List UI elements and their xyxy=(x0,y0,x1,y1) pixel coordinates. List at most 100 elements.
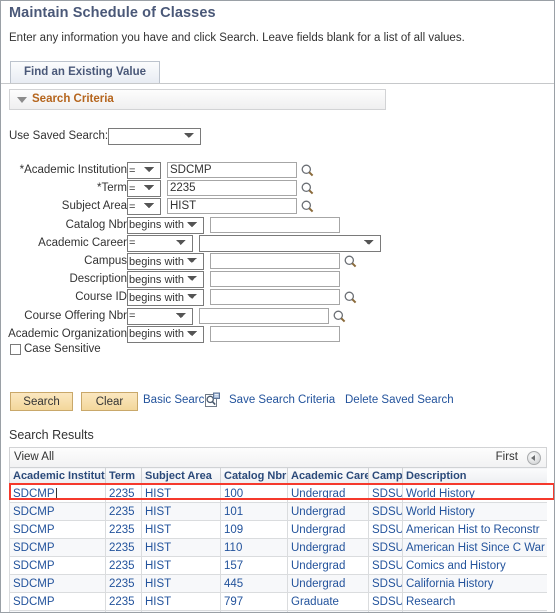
cell-link-subject[interactable]: HIST xyxy=(145,578,171,590)
cell-career[interactable]: Undergrad xyxy=(287,574,369,593)
cell-link-description[interactable]: World History xyxy=(406,488,475,500)
cell-link-institution[interactable]: SDCMP xyxy=(13,524,55,536)
cell-career[interactable]: Undergrad xyxy=(287,556,369,575)
cell-link-campus[interactable]: SDSU xyxy=(372,506,402,518)
cell-term[interactable]: 2235 xyxy=(105,502,142,521)
cell-link-term[interactable]: 2235 xyxy=(109,524,135,536)
cell-term[interactable]: 2235 xyxy=(105,556,142,575)
cell-link-subject[interactable]: HIST xyxy=(145,524,171,536)
cell-term[interactable]: 2235 xyxy=(105,592,142,611)
column-header-catalog-nbr[interactable]: Catalog Nbr xyxy=(220,467,288,485)
cell-link-institution[interactable]: SDCMP xyxy=(13,560,55,572)
criteria-value-academic-career[interactable] xyxy=(199,234,381,252)
cell-link-description[interactable]: California History xyxy=(406,578,494,590)
criteria-operator-academic-organization[interactable]: =begins withcontainsnot = xyxy=(127,325,204,343)
cell-link-campus[interactable]: SDSU xyxy=(372,542,402,554)
cell-link-institution[interactable]: SDCMP xyxy=(13,578,55,590)
cell-campus[interactable]: SDSU xyxy=(368,502,403,521)
search-button[interactable]: Search xyxy=(10,392,73,411)
cell-description[interactable]: Comics and History xyxy=(402,556,547,575)
cell-term[interactable]: 2235 xyxy=(105,520,142,539)
criteria-value-campus[interactable] xyxy=(210,253,340,269)
cell-link-institution[interactable]: SDCMP xyxy=(13,488,55,500)
lookup-icon-term[interactable] xyxy=(300,181,315,196)
cell-subject[interactable]: HIST xyxy=(141,484,221,503)
prev-arrow-icon[interactable] xyxy=(527,451,541,465)
case-sensitive-checkbox[interactable] xyxy=(10,344,21,355)
cell-link-campus[interactable]: SDSU xyxy=(372,488,402,500)
cell-link-catalog_nbr[interactable]: 101 xyxy=(224,506,243,518)
table-row[interactable]: SDCMP 2235 HIST 445 Undergrad SDSU California … xyxy=(9,574,547,593)
cell-link-career[interactable]: Undergrad xyxy=(291,560,345,572)
cell-link-career[interactable]: Undergrad xyxy=(291,524,345,536)
criteria-value-description[interactable] xyxy=(210,271,340,288)
use-saved-search-select[interactable] xyxy=(108,128,201,145)
criteria-value-term[interactable] xyxy=(167,180,297,197)
cell-catalog_nbr[interactable]: 157 xyxy=(220,556,288,575)
lookup-icon-campus[interactable] xyxy=(343,254,358,269)
cell-link-description[interactable]: Comics and History xyxy=(406,560,506,572)
cell-career[interactable]: Graduate xyxy=(287,592,369,611)
cell-link-institution[interactable]: SDCMP xyxy=(13,542,55,554)
cell-catalog_nbr[interactable]: 110 xyxy=(220,538,288,557)
view-all-link[interactable]: View All xyxy=(14,451,54,463)
table-row[interactable]: SDCMP 2235 HIST 157 Undergrad SDSU Comics and … xyxy=(9,556,547,575)
cell-link-institution[interactable]: SDCMP xyxy=(13,596,55,608)
clear-button[interactable]: Clear xyxy=(81,392,138,411)
first-page-link[interactable]: First xyxy=(496,451,518,463)
cell-career[interactable]: Undergrad xyxy=(287,502,369,521)
cell-campus[interactable]: SDSU xyxy=(368,592,403,611)
table-row[interactable]: SDCMP 2235 HIST 110 Undergrad SDSU American Hi… xyxy=(9,538,547,557)
cell-campus[interactable]: SDSU xyxy=(368,484,403,503)
cell-career[interactable]: Undergrad xyxy=(287,538,369,557)
cell-link-description[interactable]: Research xyxy=(406,596,455,608)
table-row[interactable]: SDCMP2235HIST797GraduateSDSUResearch0020… xyxy=(9,592,547,611)
column-header-academic-career[interactable]: Academic Career xyxy=(287,467,369,485)
table-row[interactable]: SDCMP 2235 HIST 109 Undergrad SDSU American Hi… xyxy=(9,520,547,539)
column-header-term[interactable]: Term xyxy=(105,467,142,485)
table-row[interactable]: SDCMP 2235 HIST 100 Undergrad SDSU World Histo… xyxy=(9,484,547,503)
save-search-criteria-link[interactable]: Save Search Criteria xyxy=(229,394,335,406)
cell-catalog_nbr[interactable]: 445 xyxy=(220,574,288,593)
cell-link-catalog_nbr[interactable]: 797 xyxy=(224,596,243,608)
lookup-icon-academic-institution[interactable] xyxy=(300,163,315,178)
cell-link-term[interactable]: 2235 xyxy=(109,488,135,500)
cell-subject[interactable]: HIST xyxy=(141,574,221,593)
cell-institution[interactable]: SDCMP xyxy=(9,556,106,575)
cell-institution[interactable]: SDCMP xyxy=(9,538,106,557)
cell-campus[interactable]: SDSU xyxy=(368,574,403,593)
cell-link-career[interactable]: Undergrad xyxy=(291,506,345,518)
cell-description[interactable]: American Hist to Reconstr xyxy=(402,520,547,539)
criteria-operator-subject-area[interactable]: =begins withcontainsnot = xyxy=(127,198,161,216)
table-row[interactable]: SDCMP 2235 HIST 101 Undergrad SDSU World Histo… xyxy=(9,502,547,521)
lookup-icon-subject-area[interactable] xyxy=(300,199,315,214)
search-criteria-section-header[interactable]: Search Criteria xyxy=(9,89,386,110)
criteria-value-subject-area[interactable] xyxy=(167,198,297,215)
criteria-operator-academic-career[interactable]: =begins withcontainsnot = xyxy=(127,234,193,252)
cell-link-description[interactable]: American Hist Since C War xyxy=(406,542,545,554)
column-header-academic-institution[interactable]: Academic Institution xyxy=(9,467,106,485)
cell-subject[interactable]: HIST xyxy=(141,556,221,575)
column-header-subject-area[interactable]: Subject Area xyxy=(141,467,221,485)
tab-find-an-existing-value[interactable]: Find an Existing Value xyxy=(10,61,161,83)
cell-link-description[interactable]: World History xyxy=(406,506,475,518)
cell-term[interactable]: 2235 xyxy=(105,538,142,557)
cell-link-description[interactable]: American Hist to Reconstr xyxy=(406,524,540,536)
cell-link-institution[interactable]: SDCMP xyxy=(13,506,55,518)
cell-institution[interactable]: SDCMP xyxy=(9,502,106,521)
cell-link-campus[interactable]: SDSU xyxy=(372,560,402,572)
cell-link-subject[interactable]: HIST xyxy=(145,542,171,554)
cell-institution[interactable]: SDCMP xyxy=(9,520,106,539)
cell-institution[interactable]: SDCMP xyxy=(9,484,106,503)
cell-link-career[interactable]: Undergrad xyxy=(291,542,345,554)
delete-saved-search-link[interactable]: Delete Saved Search xyxy=(345,394,454,406)
cell-description[interactable]: American Hist Since C War xyxy=(402,538,547,557)
cell-catalog_nbr[interactable]: 100 xyxy=(220,484,288,503)
cell-link-subject[interactable]: HIST xyxy=(145,596,171,608)
cell-link-term[interactable]: 2235 xyxy=(109,542,135,554)
cell-link-catalog_nbr[interactable]: 157 xyxy=(224,560,243,572)
cell-link-career[interactable]: Undergrad xyxy=(291,578,345,590)
cell-link-catalog_nbr[interactable]: 110 xyxy=(224,542,242,554)
criteria-value-catalog-nbr[interactable] xyxy=(210,216,340,233)
cell-description[interactable]: California History xyxy=(402,574,547,593)
